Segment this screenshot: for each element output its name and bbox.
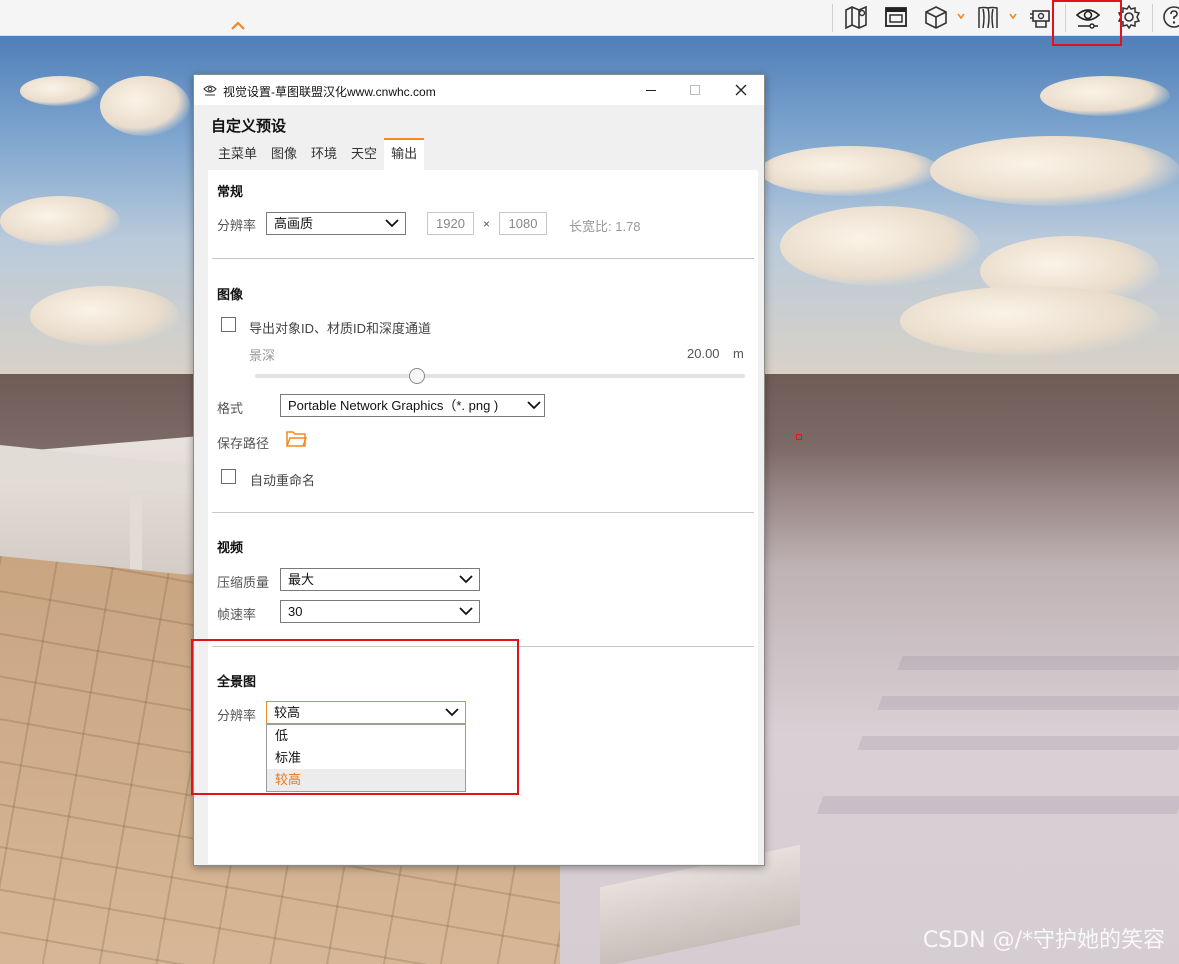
camera-print-icon[interactable] <box>1026 3 1054 31</box>
quality-value: 最大 <box>288 572 315 587</box>
maximize-button[interactable] <box>672 75 718 105</box>
section-image-title: 图像 <box>217 287 244 302</box>
watermark: CSDN @/*守护她的笑容 <box>922 928 1165 953</box>
caret-down-icon[interactable] <box>1009 12 1017 20</box>
layout-icon[interactable] <box>882 3 910 31</box>
depth-slider-track[interactable] <box>255 374 745 378</box>
map-icon[interactable] <box>842 3 870 31</box>
quality-select[interactable]: 最大 <box>280 568 480 591</box>
tab-sky[interactable]: 天空 <box>344 138 384 170</box>
format-select[interactable]: Portable Network Graphics（*. png ) <box>280 394 545 417</box>
chevron-up-icon[interactable] <box>229 20 247 32</box>
tab-main-menu[interactable]: 主菜单 <box>211 138 264 170</box>
fps-label: 帧速率 <box>217 607 257 622</box>
preset-name: 自定义预设 <box>211 118 287 135</box>
tab-environment[interactable]: 环境 <box>304 138 344 170</box>
quality-label: 压缩质量 <box>217 575 270 590</box>
format-value: Portable Network Graphics（*. png ) <box>288 398 499 413</box>
close-button[interactable] <box>718 75 764 105</box>
depth-value: 20.00 <box>687 346 720 361</box>
minimize-button[interactable] <box>628 75 674 105</box>
selection-marker <box>796 434 802 440</box>
height-field[interactable]: 1080 <box>499 212 547 235</box>
depth-slider-thumb[interactable] <box>408 368 425 384</box>
aspect-ratio: 长宽比: 1.78 <box>569 219 641 234</box>
export-ids-label: 导出对象ID、材质ID和深度通道 <box>249 321 432 336</box>
section-divider <box>212 258 754 259</box>
depth-label: 景深 <box>249 348 276 363</box>
toolbar-separator <box>832 4 833 32</box>
depth-unit: m <box>733 346 744 361</box>
auto-rename-checkbox[interactable] <box>221 469 236 484</box>
export-ids-checkbox[interactable] <box>221 317 236 332</box>
format-label: 格式 <box>217 401 244 416</box>
toolbar-separator <box>1152 4 1153 32</box>
help-icon[interactable] <box>1160 3 1179 31</box>
chevron-down-icon <box>459 607 473 616</box>
section-divider <box>212 512 754 513</box>
tab-image[interactable]: 图像 <box>264 138 304 170</box>
dialog-title: 视觉设置-草图联盟汉化www.cnwhc.com <box>223 85 436 99</box>
chevron-down-icon <box>385 219 399 228</box>
chevron-down-icon <box>459 575 473 584</box>
resolution-value: 高画质 <box>274 216 314 231</box>
curtain-icon[interactable] <box>974 3 1002 31</box>
times-sign: × <box>483 217 491 231</box>
highlight-box <box>191 639 519 795</box>
top-toolbar <box>0 0 1179 46</box>
eye-icon <box>203 85 217 96</box>
fps-value: 30 <box>288 604 303 619</box>
caret-down-icon[interactable] <box>957 12 965 20</box>
highlight-box <box>1052 0 1122 46</box>
width-field[interactable]: 1920 <box>427 212 474 235</box>
settings-tabs: 主菜单 图像 环境 天空 输出 <box>211 138 425 170</box>
section-general-title: 常规 <box>217 184 244 199</box>
folder-icon[interactable] <box>286 429 307 448</box>
auto-rename-label: 自动重命名 <box>250 473 316 488</box>
resolution-select[interactable]: 高画质 <box>266 212 406 235</box>
save-path-label: 保存路径 <box>217 436 270 451</box>
section-video-title: 视频 <box>217 540 244 555</box>
resolution-label: 分辨率 <box>217 218 257 233</box>
tab-output[interactable]: 输出 <box>384 138 425 170</box>
dialog-titlebar[interactable]: 视觉设置-草图联盟汉化www.cnwhc.com <box>194 75 764 105</box>
fps-select[interactable]: 30 <box>280 600 480 623</box>
cube-icon[interactable] <box>922 3 950 31</box>
chevron-down-icon <box>527 401 541 410</box>
